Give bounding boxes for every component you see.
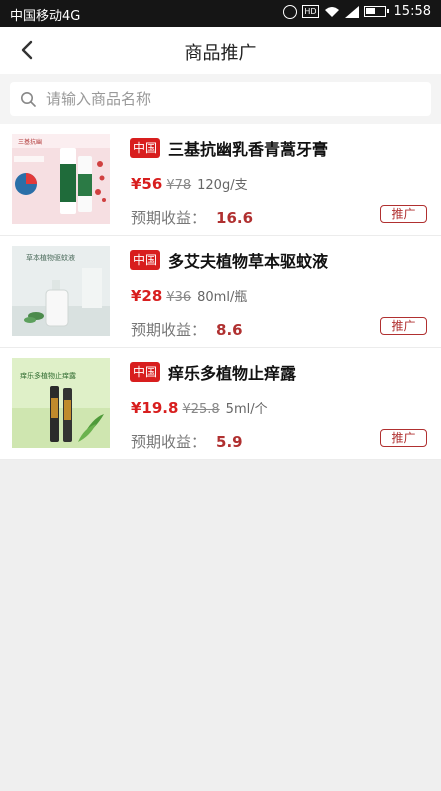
earnings-value: 8.6 bbox=[216, 321, 243, 339]
product-list: 三基抗幽 中国 三基抗幽乳香青蒿牙膏 ¥56 ¥78 120g/支 预期收益： … bbox=[0, 124, 441, 460]
product-name: 三基抗幽乳香青蒿牙膏 bbox=[168, 140, 329, 159]
page-title: 商品推广 bbox=[184, 43, 257, 64]
original-price: ¥36 bbox=[166, 290, 192, 305]
signal-icon bbox=[344, 5, 359, 18]
hd-icon: HD bbox=[302, 5, 319, 18]
current-price: ¥56 bbox=[131, 175, 163, 193]
product-name: 痒乐多植物止痒露 bbox=[168, 364, 297, 383]
search-icon bbox=[21, 92, 36, 107]
product-image: 草本植物驱蚊液 bbox=[12, 246, 110, 336]
alarm-icon bbox=[283, 4, 298, 19]
product-spec: 80ml/瓶 bbox=[197, 290, 248, 305]
promote-button[interactable]: 推广 bbox=[380, 205, 427, 223]
earnings-label: 预期收益： bbox=[131, 433, 207, 451]
product-spec: 5ml/个 bbox=[225, 402, 268, 417]
thumb-brand-text: 草本植物驱蚊液 bbox=[26, 253, 75, 262]
product-spec: 120g/支 bbox=[197, 178, 248, 193]
carrier-label: 中国移动4G bbox=[10, 9, 81, 24]
header-bar: 商品推广 bbox=[0, 27, 441, 74]
wifi-icon bbox=[324, 6, 339, 17]
search-input[interactable] bbox=[46, 90, 396, 108]
product-image: 三基抗幽 bbox=[12, 134, 110, 224]
product-name: 多艾夫植物草本驱蚊液 bbox=[168, 252, 329, 271]
promote-button[interactable]: 推广 bbox=[380, 429, 427, 447]
status-bar: 中国移动4G HD 15:58 bbox=[0, 0, 441, 27]
price-row: ¥56 ¥78 120g/支 bbox=[131, 174, 248, 193]
promote-button[interactable]: 推广 bbox=[380, 317, 427, 335]
product-item[interactable]: 痒乐多植物止痒露 中国 痒乐多植物止痒露 ¥19.8 ¥25.8 5ml/个 预… bbox=[0, 348, 441, 460]
origin-badge: 中国 bbox=[130, 250, 161, 270]
earnings-row: 预期收益： 5.9 bbox=[131, 431, 243, 452]
thumb-brand-text: 三基抗幽 bbox=[18, 138, 42, 146]
earnings-value: 5.9 bbox=[216, 433, 243, 451]
original-price: ¥25.8 bbox=[182, 402, 220, 417]
product-item[interactable]: 三基抗幽 中国 三基抗幽乳香青蒿牙膏 ¥56 ¥78 120g/支 预期收益： … bbox=[0, 124, 441, 236]
earnings-row: 预期收益： 8.6 bbox=[131, 319, 243, 340]
origin-badge: 中国 bbox=[130, 138, 161, 158]
product-item[interactable]: 草本植物驱蚊液 中国 多艾夫植物草本驱蚊液 ¥28 ¥36 80ml/瓶 预期收… bbox=[0, 236, 441, 348]
original-price: ¥78 bbox=[166, 178, 192, 193]
earnings-value: 16.6 bbox=[216, 209, 254, 227]
earnings-label: 预期收益： bbox=[131, 321, 207, 339]
price-row: ¥19.8 ¥25.8 5ml/个 bbox=[131, 398, 268, 417]
clock-time: 15:58 bbox=[393, 4, 431, 19]
origin-badge: 中国 bbox=[130, 362, 161, 382]
battery-icon bbox=[363, 6, 389, 17]
product-title-row: 中国 三基抗幽乳香青蒿牙膏 bbox=[130, 136, 328, 160]
search-section bbox=[0, 74, 441, 124]
search-bar[interactable] bbox=[10, 82, 431, 116]
earnings-label: 预期收益： bbox=[131, 209, 207, 227]
earnings-row: 预期收益： 16.6 bbox=[131, 207, 253, 228]
current-price: ¥28 bbox=[131, 287, 163, 305]
product-title-row: 中国 痒乐多植物止痒露 bbox=[130, 360, 296, 384]
product-image: 痒乐多植物止痒露 bbox=[12, 358, 110, 448]
product-title-row: 中国 多艾夫植物草本驱蚊液 bbox=[130, 248, 328, 272]
price-row: ¥28 ¥36 80ml/瓶 bbox=[131, 286, 247, 305]
current-price: ¥19.8 bbox=[131, 399, 179, 417]
thumb-brand-text: 痒乐多植物止痒露 bbox=[20, 371, 76, 380]
